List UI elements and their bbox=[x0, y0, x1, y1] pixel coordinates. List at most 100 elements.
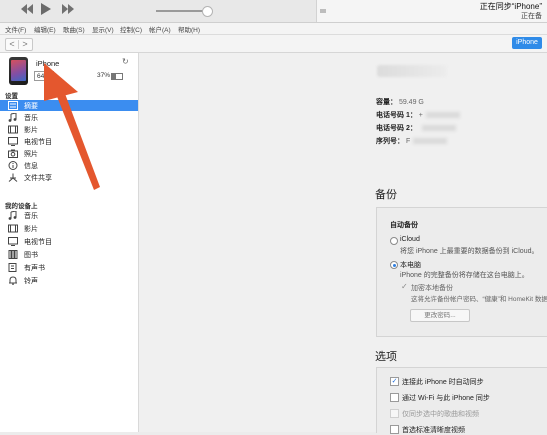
book-icon bbox=[8, 250, 18, 259]
sidebar-item-tv-shows[interactable]: 电视节目 bbox=[0, 136, 138, 147]
change-password-button[interactable]: 更改密码... bbox=[410, 309, 470, 322]
options-title: 选项 bbox=[375, 351, 397, 363]
settings-header: 设置 bbox=[5, 93, 18, 100]
sync-substatus-text: 正在备 bbox=[521, 13, 542, 20]
sidebar-item-movies[interactable]: 影片 bbox=[0, 124, 138, 135]
backup-panel: 自动备份 iCloud 将您 iPhone 上最重要的数据备份到 iCloud。… bbox=[376, 207, 547, 337]
capacity-label: 容量： bbox=[376, 99, 397, 106]
tv-icon bbox=[8, 237, 18, 246]
sidebar-item-device-music[interactable]: 音乐 bbox=[0, 210, 138, 221]
sidebar-item-device-movies[interactable]: 影片 bbox=[0, 223, 138, 234]
encrypt-backup-label[interactable]: 加密本地备份 bbox=[411, 283, 453, 293]
this-computer-label[interactable]: 本电脑 bbox=[400, 260, 421, 270]
app-share-icon bbox=[8, 173, 18, 182]
sidebar: iPhone 64G 37% ↻ 设置 摘要 音乐 影片 电视节目 照片 信息 … bbox=[0, 53, 139, 432]
fast-forward-icon[interactable] bbox=[61, 3, 75, 15]
sidebar-item-photos[interactable]: 照片 bbox=[0, 148, 138, 159]
back-button[interactable]: < bbox=[6, 39, 18, 50]
sidebar-item-file-sharing[interactable]: 文件共享 bbox=[0, 172, 138, 183]
sidebar-item-device-ringtones[interactable]: 铃声 bbox=[0, 275, 138, 286]
sidebar-item-device-books[interactable]: 图书 bbox=[0, 249, 138, 260]
sidebar-item-music[interactable]: 音乐 bbox=[0, 112, 138, 123]
redacted-blur bbox=[413, 138, 448, 145]
battery-percent: 37% bbox=[97, 72, 111, 79]
sidebar-item-label: 影片 bbox=[24, 127, 38, 134]
auto-sync-label[interactable]: 连接此 iPhone 时自动同步 bbox=[402, 377, 484, 387]
icloud-radio[interactable] bbox=[390, 237, 398, 245]
device-capacity: 64G bbox=[34, 71, 54, 81]
auto-sync-checkbox[interactable]: ✓ bbox=[390, 377, 399, 386]
volume-knob[interactable] bbox=[202, 6, 213, 17]
history-buttons: < > bbox=[5, 38, 33, 51]
this-computer-radio[interactable] bbox=[390, 261, 398, 269]
capacity-row: 容量： 59.49 G bbox=[376, 97, 424, 107]
tv-icon bbox=[8, 137, 18, 146]
menu-song[interactable]: 歌曲(S) bbox=[63, 24, 85, 34]
sidebar-item-label: 音乐 bbox=[24, 115, 38, 122]
prefer-sd-video-label[interactable]: 首选标准清晰度视频 bbox=[402, 425, 465, 435]
device-button[interactable]: iPhone bbox=[512, 37, 542, 49]
device-title-redacted bbox=[377, 65, 447, 77]
capacity-value: 59.49 G bbox=[398, 99, 424, 106]
sidebar-item-label: 有声书 bbox=[24, 265, 45, 272]
volume-slider[interactable] bbox=[156, 10, 208, 12]
sidebar-item-label: 影片 bbox=[24, 226, 38, 233]
menu-view[interactable]: 显示(V) bbox=[92, 24, 114, 34]
phone2-row: 电话号码 2： bbox=[376, 123, 456, 133]
menu-file[interactable]: 文件(F) bbox=[5, 24, 26, 34]
play-icon[interactable] bbox=[40, 2, 52, 16]
rewind-icon[interactable] bbox=[20, 3, 34, 15]
phone1-value: + bbox=[418, 112, 423, 119]
serial-row: 序列号： F bbox=[376, 136, 448, 146]
sidebar-item-info[interactable]: 信息 bbox=[0, 160, 138, 171]
camera-icon bbox=[8, 149, 18, 158]
menu-account[interactable]: 帐户(A) bbox=[149, 24, 171, 34]
this-computer-description: iPhone 的完整备份将存储在这台电脑上。 bbox=[400, 272, 529, 279]
sync-checked-only-label: 仅同步选中的歌曲和视频 bbox=[402, 411, 479, 418]
menu-bar: 文件(F) 编辑(E) 歌曲(S) 显示(V) 控制(C) 帐户(A) 帮助(H… bbox=[0, 23, 547, 35]
audiobook-icon bbox=[8, 263, 17, 272]
player-bar: 正在同步“iPhone” 正在备 bbox=[0, 0, 547, 23]
info-icon bbox=[8, 161, 18, 170]
sidebar-item-label: 铃声 bbox=[24, 278, 38, 285]
encrypt-backup-description: 这将允许备份帐户密码、“健康”和 HomeKit 数据。 bbox=[411, 296, 547, 303]
status-display: 正在同步“iPhone” 正在备 bbox=[316, 0, 547, 22]
bell-icon bbox=[9, 276, 17, 285]
device-name: iPhone bbox=[36, 59, 60, 68]
serial-label: 序列号： bbox=[376, 138, 404, 145]
summary-icon bbox=[8, 101, 18, 110]
options-panel: ✓ 连接此 iPhone 时自动同步 通过 Wi-Fi 与此 iPhone 同步… bbox=[376, 367, 547, 435]
sidebar-item-label: 音乐 bbox=[24, 213, 38, 220]
redacted-blur bbox=[421, 125, 456, 132]
serial-value: F bbox=[405, 138, 411, 145]
navigation-row: < > iPhone bbox=[0, 35, 547, 53]
wifi-sync-label[interactable]: 通过 Wi-Fi 与此 iPhone 同步 bbox=[402, 393, 490, 403]
music-note-icon bbox=[8, 113, 17, 122]
icloud-description: 将您 iPhone 上最重要的数据备份到 iCloud。 bbox=[400, 248, 539, 255]
sidebar-item-device-tv-shows[interactable]: 电视节目 bbox=[0, 236, 138, 247]
summary-panel: 容量： 59.49 G 电话号码 1： + 电话号码 2： 序列号： F 备份 … bbox=[139, 53, 547, 435]
menu-help[interactable]: 帮助(H) bbox=[178, 24, 200, 34]
sidebar-item-device-audiobooks[interactable]: 有声书 bbox=[0, 262, 138, 273]
forward-button[interactable]: > bbox=[19, 39, 31, 50]
sync-spinner-icon: ↻ bbox=[122, 57, 129, 66]
sidebar-item-label: 摘要 bbox=[24, 103, 38, 110]
phone2-label: 电话号码 2： bbox=[376, 125, 417, 132]
sidebar-item-label: 电视节目 bbox=[24, 139, 52, 146]
film-icon bbox=[8, 125, 18, 134]
iphone-device-icon[interactable] bbox=[9, 57, 28, 85]
icloud-label[interactable]: iCloud bbox=[400, 236, 420, 243]
wifi-sync-checkbox[interactable] bbox=[390, 393, 399, 402]
sync-checked-only-checkbox bbox=[390, 409, 399, 418]
menu-edit[interactable]: 编辑(E) bbox=[34, 24, 56, 34]
phone1-label: 电话号码 1： bbox=[376, 112, 417, 119]
backup-title: 备份 bbox=[375, 189, 397, 201]
phone1-row: 电话号码 1： + bbox=[376, 110, 460, 120]
prefer-sd-video-checkbox[interactable] bbox=[390, 425, 399, 434]
sidebar-item-label: 信息 bbox=[24, 163, 38, 170]
redacted-blur bbox=[425, 112, 460, 119]
progress-indicator bbox=[320, 9, 326, 13]
sidebar-item-summary[interactable]: 摘要 bbox=[0, 100, 138, 111]
music-note-icon bbox=[8, 211, 17, 220]
menu-controls[interactable]: 控制(C) bbox=[120, 24, 142, 34]
